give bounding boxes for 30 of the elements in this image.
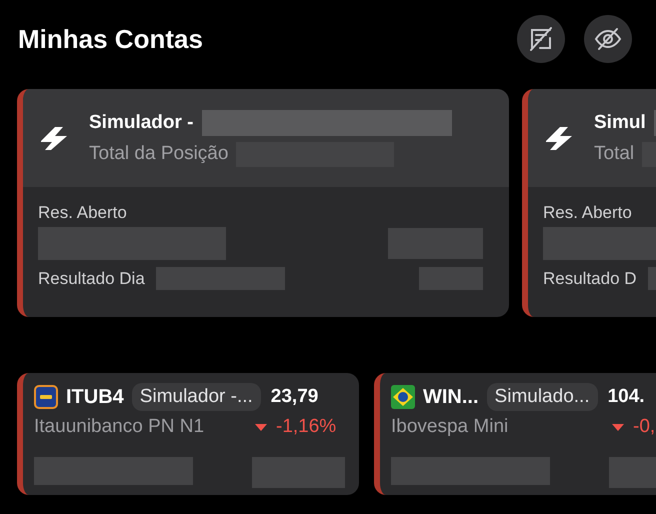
total-label: Total bbox=[594, 143, 634, 165]
open-result-label: Res. Aberto bbox=[38, 203, 128, 223]
ticker: WIN... bbox=[423, 386, 479, 408]
crossed-card-icon bbox=[528, 26, 554, 52]
account-name: Simul bbox=[594, 112, 646, 134]
account-name: Simulador - bbox=[89, 112, 194, 134]
total-label: Total da Posição bbox=[89, 143, 228, 165]
price-change: -1,16% bbox=[276, 416, 336, 438]
account-card[interactable]: Simul Total Res. Aberto Resultado D bbox=[522, 89, 656, 317]
open-result-label: Res. Aberto bbox=[543, 203, 633, 223]
price: 23,79 bbox=[270, 386, 318, 408]
eye-slash-icon bbox=[594, 26, 622, 52]
account-tag: Simulador -... bbox=[132, 383, 261, 411]
flag-icon bbox=[391, 385, 415, 409]
account-card[interactable]: Simulador - Total da Posição Res. Aberto Resultado Dia bbox=[17, 89, 509, 317]
asset-name: Ibovespa Mini bbox=[391, 416, 510, 438]
price-change: -0, bbox=[633, 416, 656, 438]
hide-values-button[interactable] bbox=[584, 15, 632, 63]
price: 104. bbox=[608, 386, 645, 408]
quote-card[interactable]: ITUB4 Simulador -... 23,79 Itauunibanco PN N1 -1,16% bbox=[17, 373, 359, 495]
redaction-bar bbox=[419, 267, 483, 290]
account-tag: Simulado... bbox=[486, 383, 598, 411]
asset-name: Itauunibanco PN N1 bbox=[34, 416, 206, 438]
ticker: ITUB4 bbox=[66, 386, 124, 408]
bank-logo-icon bbox=[34, 385, 58, 409]
page-title: Minhas Contas bbox=[18, 24, 203, 54]
day-result-label: Resultado D bbox=[543, 268, 637, 288]
day-result-label: Resultado Dia bbox=[38, 268, 145, 288]
hide-chart-button[interactable] bbox=[517, 15, 565, 63]
quote-card[interactable]: WIN... Simulado... 104. Ibovespa Mini -0, bbox=[374, 373, 656, 495]
